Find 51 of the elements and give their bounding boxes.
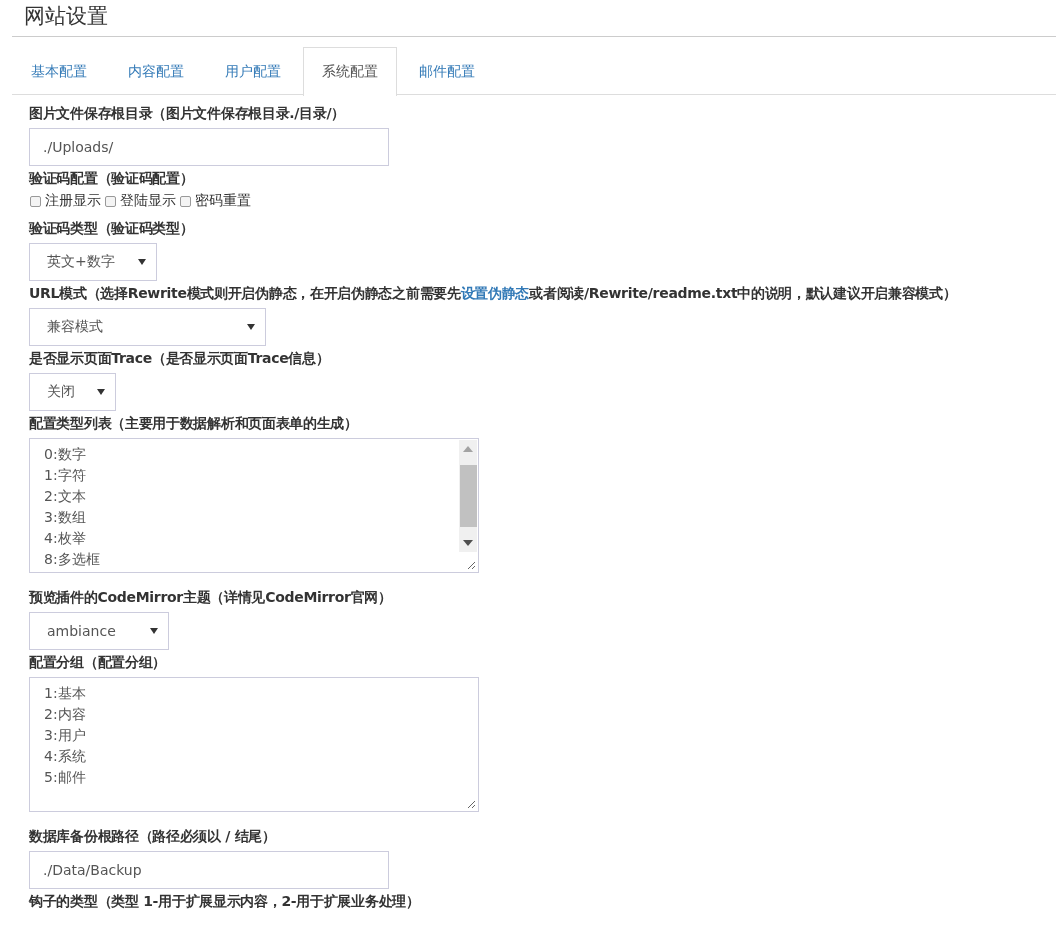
scroll-down-icon[interactable] [463,540,473,546]
field-label: 是否显示页面Trace（是否显示页面Trace信息） [29,349,330,368]
tab[interactable]: 系统配置 [303,47,397,96]
field-label: 钩子的类型（类型 1-用于扩展显示内容，2-用于扩展业务处理） [29,892,420,911]
textarea-line: 3:数组 [44,508,87,527]
input-field[interactable]: ./Uploads/ [29,128,389,166]
textarea-line: 8:多选框 [44,550,101,569]
caret-icon [138,259,146,265]
field-label: 验证码配置（验证码配置） [29,169,194,188]
textarea-field[interactable]: 0:数字 1:字符 2:文本 3:数组 4:枚举 8:多选框 [29,438,479,573]
textarea-line: 2:文本 [44,487,87,506]
field-label: 数据库备份根路径（路径必须以 / 结尾） [29,827,276,846]
field-label: 验证码类型（验证码类型） [29,219,194,238]
field-label: 配置分组（配置分组） [29,653,166,672]
tab[interactable]: 基本配置 [12,47,106,94]
field-label: 图片文件保存根目录（图片文件保存根目录./目录/） [29,104,346,123]
field-label: URL模式（选择Rewrite模式则开启伪静态，在开启伪静态之前需要先设置伪静态或者阅读/Rewrite/readme.txt中的说明，默认建议开启兼容模式） [29,284,957,303]
field-label: 预览插件的CodeMirror主题（详情见CodeMirror官网） [29,588,392,607]
select-dropdown[interactable]: 兼容模式 [29,308,266,346]
textarea-field[interactable]: 1:基本 2:内容 3:用户 4:系统 5:邮件 [29,677,479,812]
checkbox[interactable] [30,195,41,207]
caret-icon [97,389,105,395]
tab[interactable]: 邮件配置 [400,47,494,94]
select-dropdown[interactable]: 关闭 [29,373,116,411]
textarea-line: 0:数字 [44,445,87,464]
checkbox-label: 登陆显示 [120,192,176,210]
page-title: 网站设置 [23,3,109,30]
checkbox-label: 密码重置 [195,192,251,210]
caret-icon [247,324,255,330]
scroll-up-icon[interactable] [463,446,473,452]
scrollbar[interactable] [459,440,477,552]
select-dropdown[interactable]: 英文+数字 [29,243,157,281]
textarea-line: 4:系统 [44,747,87,766]
tab[interactable]: 用户配置 [206,47,300,94]
textarea-line: 2:内容 [44,705,87,724]
tab[interactable]: 内容配置 [109,47,203,94]
input-field[interactable]: ./Data/Backup [29,851,389,889]
textarea-line: 3:用户 [44,726,87,745]
textarea-line: 1:基本 [44,684,87,703]
rewrite-link[interactable]: 设置伪静态 [460,285,530,301]
select-dropdown[interactable]: ambiance [29,612,169,650]
resize-handle-icon[interactable] [467,561,476,570]
checkbox[interactable] [180,195,191,207]
checkbox-label: 注册显示 [45,192,101,210]
textarea-line: 4:枚举 [44,529,87,548]
textarea-line: 5:邮件 [44,768,87,787]
textarea-line: 1:字符 [44,466,87,485]
resize-handle-icon[interactable] [467,800,476,809]
caret-icon [150,628,158,634]
checkbox[interactable] [105,195,116,207]
field-label: 配置类型列表（主要用于数据解析和页面表单的生成） [29,414,358,433]
